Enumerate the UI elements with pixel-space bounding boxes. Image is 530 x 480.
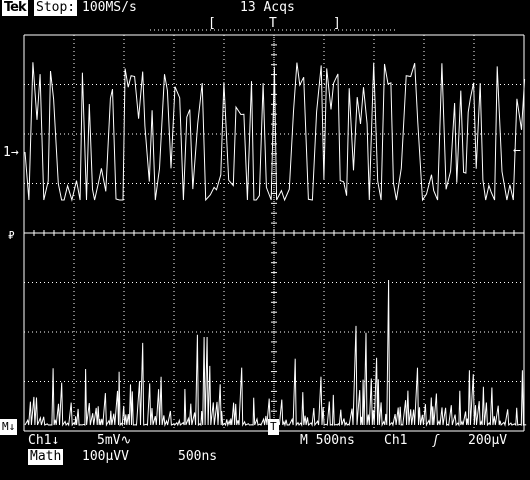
ch1-ground-marker[interactable]: 1→: [3, 145, 19, 161]
ch1-vertical-scale: 5mV∿: [97, 433, 132, 448]
acquisition-count: 13 Acqs: [240, 0, 295, 15]
math-timebase: 500ns: [178, 449, 218, 464]
trigger-level-readout: 200μV: [468, 433, 508, 448]
math-trigger-marker: T: [268, 419, 279, 435]
trigger-position-marker: T: [269, 16, 277, 31]
math-channel-label[interactable]: Math: [28, 449, 64, 465]
oscilloscope-display: [23, 29, 527, 432]
trigger-source: Ch1: [384, 433, 408, 448]
ch1-waveform: [24, 62, 526, 202]
trigger-slope-icon: ʃ: [432, 433, 440, 448]
record-bracket-right: ]: [333, 16, 341, 31]
record-bracket-left: [: [208, 16, 216, 31]
ch1-channel-label[interactable]: Ch1↓: [28, 433, 59, 449]
acquisition-state: Stop:: [34, 0, 78, 16]
math-fft-waveform: [24, 279, 527, 427]
ch1-trigger-level-marker[interactable]: ←: [513, 143, 521, 159]
math-vertical-scale: 100μVV: [82, 449, 129, 464]
sample-rate: 100MS/s: [82, 0, 137, 15]
brand-logo: Tek: [2, 0, 28, 16]
timebase-readout: M 500ns: [300, 433, 355, 448]
reference-marker: ₽: [8, 229, 15, 242]
traces: [24, 62, 527, 427]
math-marker[interactable]: M↓: [0, 419, 18, 435]
